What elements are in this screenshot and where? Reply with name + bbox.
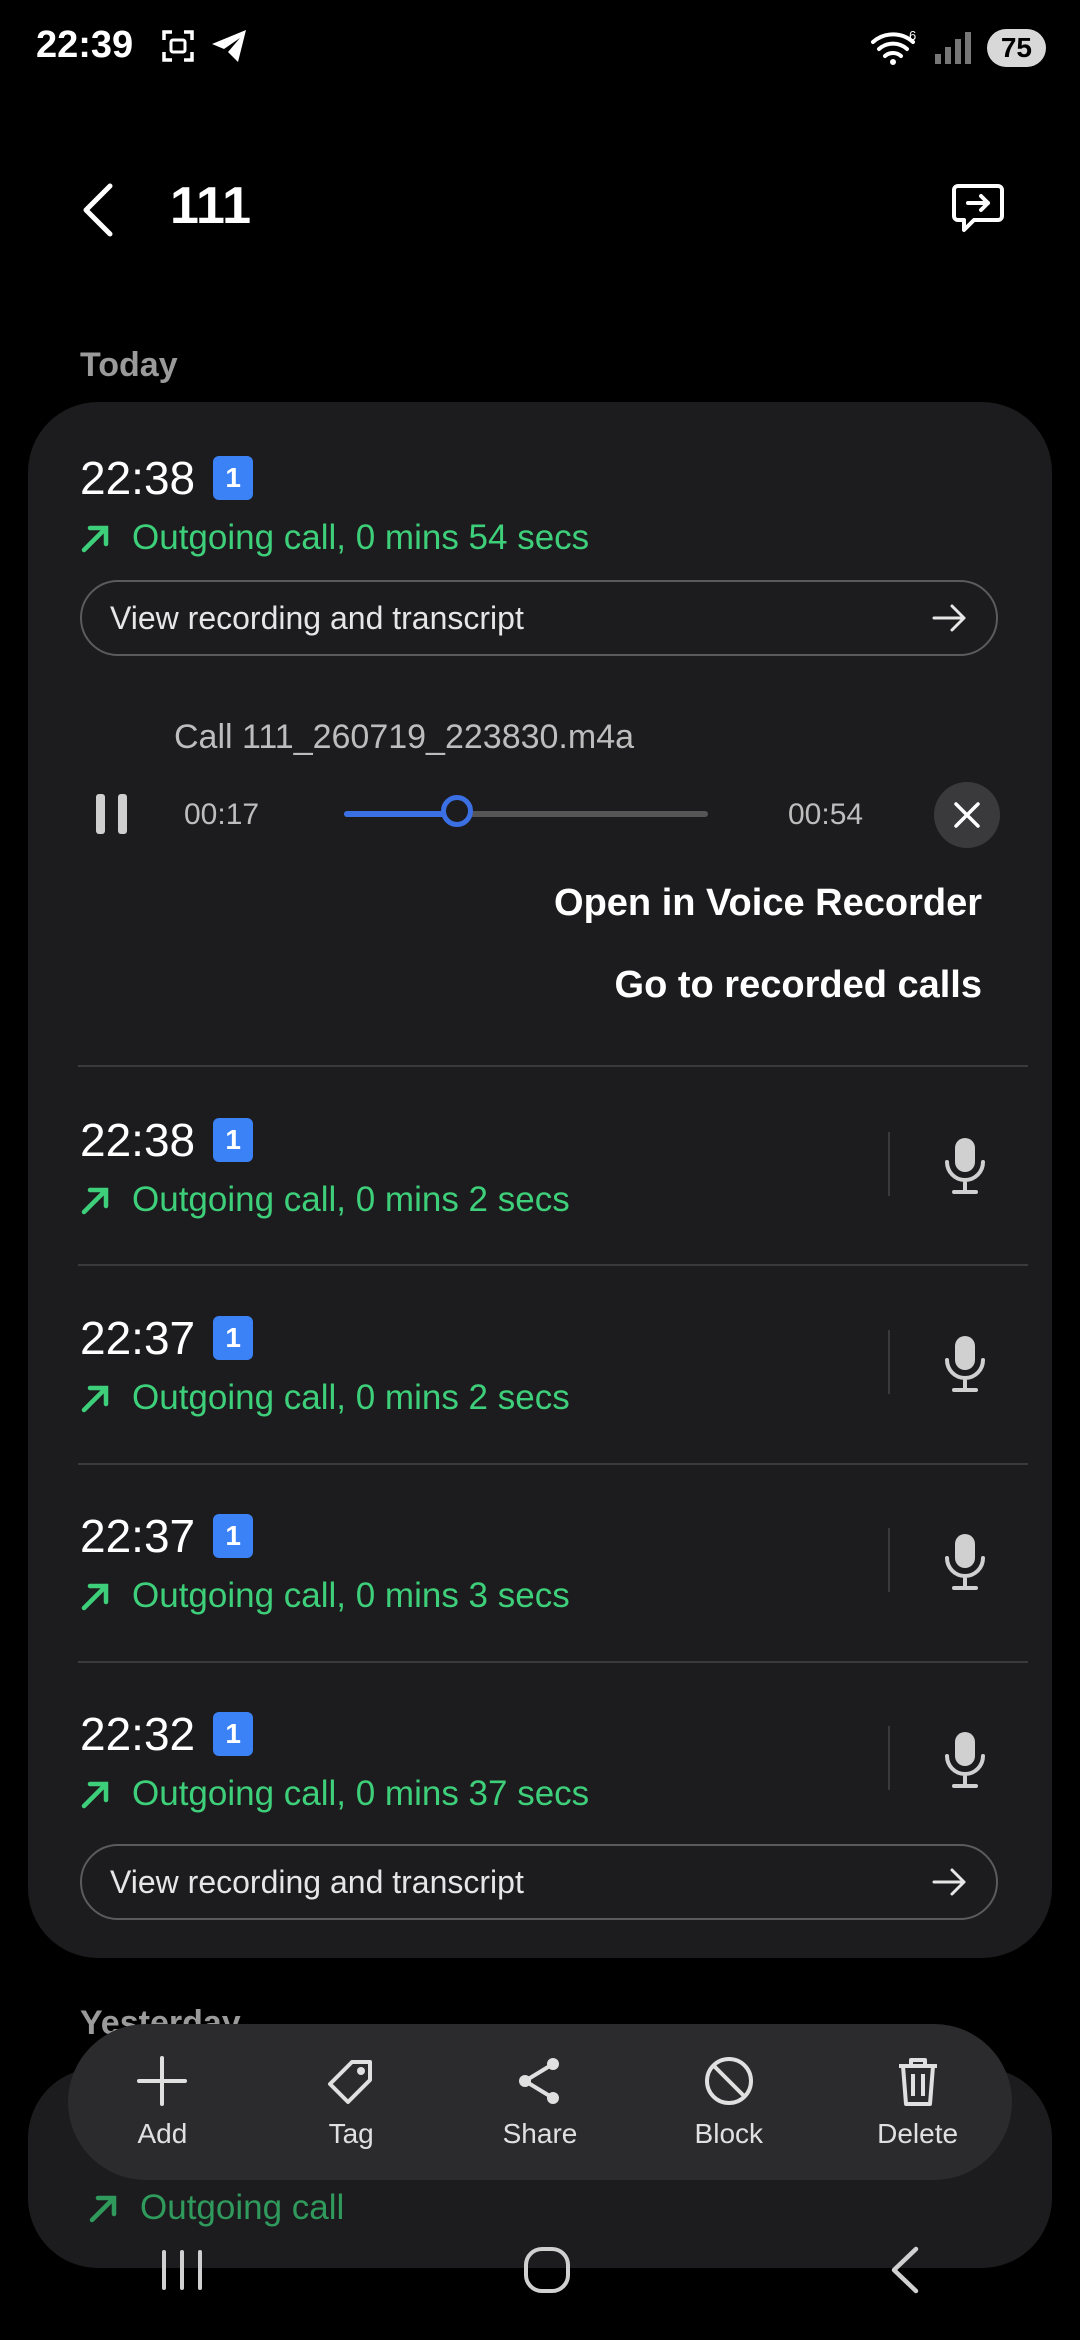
call-description: Outgoing call, 0 mins 54 secs xyxy=(132,518,590,557)
sim-badge: 1 xyxy=(213,1514,254,1558)
view-recording-button[interactable]: View recording and transcript xyxy=(80,1844,998,1920)
mic-icon[interactable] xyxy=(942,1532,988,1592)
divider xyxy=(78,1661,1028,1663)
share-label: Share xyxy=(502,2118,578,2149)
call-description: Outgoing call, 0 mins 2 secs xyxy=(132,1378,570,1417)
message-icon[interactable] xyxy=(950,180,1006,236)
add-button[interactable]: Add xyxy=(87,2054,237,2150)
tag-button[interactable]: Tag xyxy=(276,2054,426,2150)
status-right-icons: 6 75 xyxy=(869,28,1046,68)
open-voice-recorder-button[interactable]: Open in Voice Recorder xyxy=(554,882,982,925)
sim-badge: 1 xyxy=(213,456,254,500)
call-info: Outgoing call, 0 mins 54 secs xyxy=(80,518,1030,558)
battery-indicator: 75 xyxy=(986,29,1046,67)
screenshot-icon xyxy=(162,30,194,62)
call-time: 22:38 xyxy=(80,452,196,504)
go-to-recorded-calls-button[interactable]: Go to recorded calls xyxy=(615,964,982,1007)
call-entry-expanded[interactable]: 22:38 1 Outgoing call, 0 mins 54 secs xyxy=(80,450,1030,558)
status-left-icons xyxy=(160,28,250,64)
outgoing-arrow-icon xyxy=(81,1385,109,1413)
outgoing-arrow-icon xyxy=(81,1781,109,1809)
mic-icon[interactable] xyxy=(942,1136,988,1196)
divider xyxy=(78,1463,1028,1465)
divider xyxy=(78,1065,1028,1067)
recent-apps-icon[interactable] xyxy=(158,2248,206,2292)
call-description: Outgoing call, 0 mins 37 secs xyxy=(132,1774,590,1813)
seek-thumb[interactable] xyxy=(440,795,473,827)
block-label: Block xyxy=(694,2118,764,2149)
add-label: Add xyxy=(137,2118,188,2149)
separator xyxy=(888,1330,890,1394)
divider xyxy=(78,1264,1028,1266)
trash-icon xyxy=(898,2058,937,2106)
call-time: 22:37 xyxy=(80,1510,196,1562)
outgoing-arrow-icon xyxy=(81,525,109,553)
status-time: 22:39 xyxy=(36,24,134,66)
mic-icon[interactable] xyxy=(942,1730,988,1790)
page-title: 111 xyxy=(170,177,252,235)
delete-button[interactable]: Delete xyxy=(843,2054,993,2150)
tag-icon xyxy=(328,2060,373,2104)
elapsed-time: 00:17 xyxy=(184,798,260,831)
home-icon[interactable] xyxy=(522,2245,572,2295)
sim-badge: 1 xyxy=(213,1118,254,1162)
call-description: Outgoing call, 0 mins 3 secs xyxy=(132,1576,570,1615)
share-button[interactable]: Share xyxy=(465,2054,615,2150)
telegram-icon xyxy=(212,30,246,62)
block-button[interactable]: Block xyxy=(654,2054,804,2150)
wifi-icon: 6 xyxy=(870,28,916,65)
delete-label: Delete xyxy=(877,2118,959,2149)
call-time: 22:32 xyxy=(80,1708,196,1760)
mic-icon[interactable] xyxy=(942,1334,988,1394)
close-icon xyxy=(954,802,980,828)
call-time: 22:37 xyxy=(80,1312,196,1364)
seek-progress xyxy=(344,811,457,817)
wifi-badge: 6 xyxy=(909,28,916,43)
tag-label: Tag xyxy=(328,2118,374,2149)
back-arrow-icon[interactable] xyxy=(78,182,118,238)
view-recording-label: View recording and transcript xyxy=(110,599,524,636)
system-nav-bar xyxy=(0,2220,1080,2320)
separator xyxy=(888,1132,890,1196)
pause-icon[interactable] xyxy=(94,792,130,836)
signal-icon xyxy=(934,32,971,64)
nav-back-icon[interactable] xyxy=(888,2245,922,2295)
sim-badge: 1 xyxy=(213,1712,254,1756)
section-today: Today xyxy=(80,346,178,384)
outgoing-arrow-icon xyxy=(81,1187,109,1215)
arrow-right-icon xyxy=(932,604,966,632)
separator xyxy=(888,1726,890,1790)
arrow-right-icon xyxy=(932,1868,966,1896)
outgoing-arrow-icon xyxy=(81,1583,109,1611)
block-icon xyxy=(704,2057,753,2105)
separator xyxy=(888,1528,890,1592)
view-recording-button[interactable]: View recording and transcript xyxy=(80,580,998,656)
action-bar: Add Tag Share Block Delete xyxy=(68,2024,1012,2180)
sim-badge: 1 xyxy=(213,1316,254,1360)
recording-file-name: Call 111_260719_223830.m4a xyxy=(174,718,635,756)
total-time: 00:54 xyxy=(788,798,864,831)
call-description: Outgoing call, 0 mins 2 secs xyxy=(132,1180,570,1219)
plus-icon xyxy=(137,2056,188,2106)
view-recording-label: View recording and transcript xyxy=(110,1863,524,1900)
share-icon xyxy=(518,2058,559,2104)
close-player-button[interactable] xyxy=(934,782,1000,848)
call-time: 22:38 xyxy=(80,1114,196,1166)
call-time-row: 22:38 1 xyxy=(80,450,1030,506)
